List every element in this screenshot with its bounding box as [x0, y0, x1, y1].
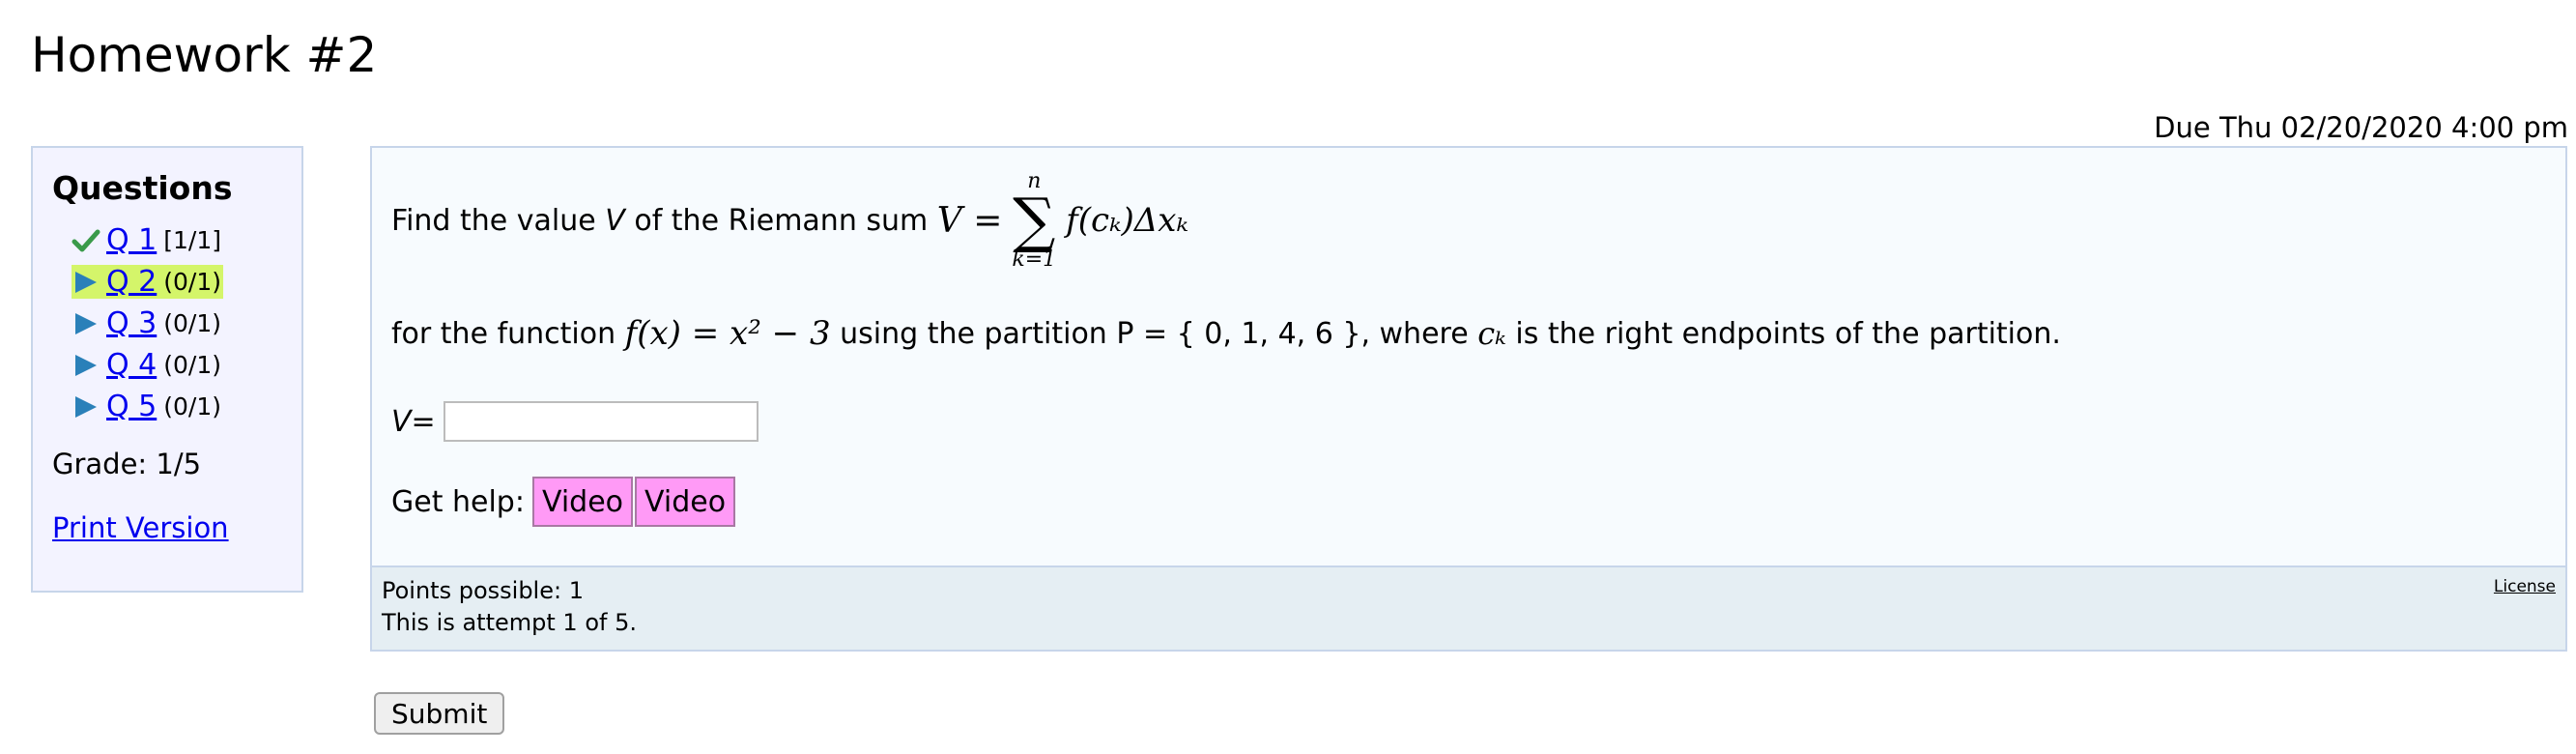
page-title: Homework #2 [31, 27, 378, 83]
function-line: for the function f(x) = x² − 3 using the… [391, 314, 2061, 353]
line2-prefix: for the function [391, 316, 616, 351]
video-button-1[interactable]: Video [531, 477, 634, 527]
question-score-2: (0/1) [163, 268, 221, 296]
question-item-1: Q 1 [1/1] [72, 219, 223, 261]
play-arrow-icon [75, 354, 97, 376]
questions-panel: Questions Q 1 [1/1] Q 2 (0/1) Q 3 (0/1) … [31, 146, 303, 593]
summation: n ∑ k=1 [1012, 169, 1056, 272]
line2-mid: using the partition P = { 0, 1, 4, 6 }, … [840, 316, 1469, 351]
checkmark-icon [72, 229, 100, 251]
sum-body: f(cₖ)Δxₖ [1066, 201, 1188, 240]
play-arrow-icon [75, 395, 97, 418]
answer-row: V = [391, 401, 758, 442]
answer-label-var: V [391, 404, 412, 439]
answer-input[interactable] [443, 401, 758, 442]
help-row: Get help: Video Video [391, 477, 736, 527]
play-arrow-icon [75, 312, 97, 334]
question-list: Q 1 [1/1] Q 2 (0/1) Q 3 (0/1) Q 4 (0/1) … [72, 219, 223, 427]
question-body: Find the value V of the Riemann sum V = … [372, 148, 2565, 567]
question-item-2: Q 2 (0/1) [72, 261, 223, 303]
question-score-5: (0/1) [163, 392, 221, 420]
question-item-5: Q 5 (0/1) [72, 386, 223, 427]
prompt-mid: of the Riemann sum [634, 203, 929, 238]
question-item-3: Q 3 (0/1) [72, 303, 223, 344]
grade-text: Grade: 1/5 [52, 448, 202, 480]
function-expression: f(x) = x² − 3 [624, 314, 831, 353]
question-score-3: (0/1) [163, 309, 221, 337]
question-prompt: Find the value V of the Riemann sum V = … [391, 167, 1188, 274]
submit-button[interactable]: Submit [374, 692, 505, 735]
prompt-prefix: Find the value [391, 203, 596, 238]
questions-heading: Questions [52, 169, 233, 207]
ck-symbol: cₖ [1477, 315, 1506, 352]
question-link-3[interactable]: Q 3 [106, 306, 157, 340]
play-arrow-icon [75, 271, 97, 293]
question-link-4[interactable]: Q 4 [106, 348, 157, 382]
sigma-icon: ∑ [1013, 185, 1056, 255]
help-label: Get help: [391, 484, 525, 519]
homework-page: Homework #2 Due Thu 02/20/2020 4:00 pm Q… [0, 0, 2576, 754]
sum-lower-limit: k=1 [1012, 247, 1057, 272]
question-link-1[interactable]: Q 1 [106, 223, 157, 257]
attempt-info: This is attempt 1 of 5. [382, 609, 637, 636]
points-possible: Points possible: 1 [382, 577, 584, 604]
line2-suffix: is the right endpoints of the partition. [1515, 316, 2061, 351]
question-footer: Points possible: 1 This is attempt 1 of … [372, 566, 2565, 650]
question-score-4: (0/1) [163, 351, 221, 379]
answer-label-eq: = [411, 404, 436, 439]
license-link[interactable]: License [2494, 577, 2556, 596]
question-score-1: [1/1] [163, 226, 221, 254]
video-button-2[interactable]: Video [635, 477, 736, 527]
question-link-2[interactable]: Q 2 [106, 265, 157, 299]
question-link-5[interactable]: Q 5 [106, 390, 157, 423]
due-date: Due Thu 02/20/2020 4:00 pm [2154, 111, 2568, 144]
prompt-var-v: V [605, 203, 625, 238]
sum-lhs: V = [936, 200, 1003, 241]
question-item-4: Q 4 (0/1) [72, 344, 223, 386]
question-box: Find the value V of the Riemann sum V = … [370, 146, 2567, 652]
print-version-link[interactable]: Print Version [52, 511, 229, 544]
